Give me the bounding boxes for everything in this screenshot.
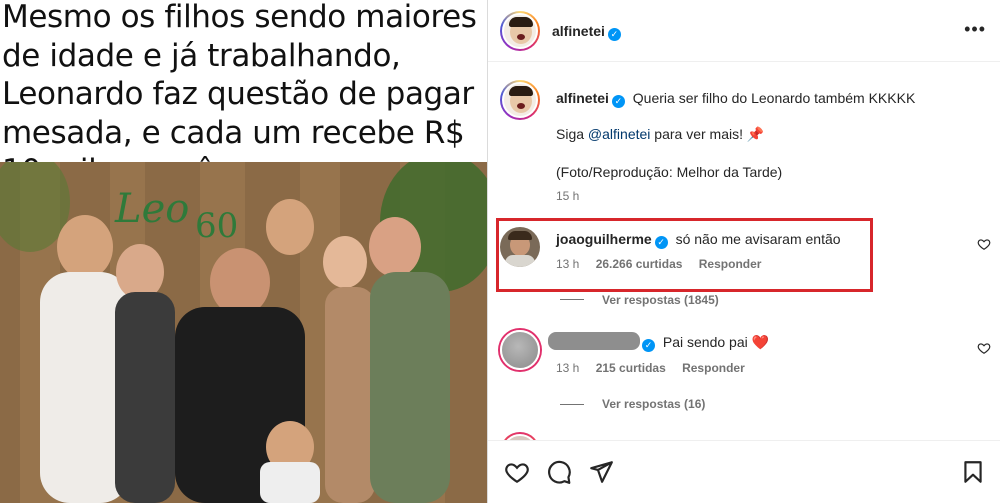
caption-line-3: (Foto/Reprodução: Melhor da Tarde) — [556, 164, 783, 180]
comment-time[interactable]: 13 h — [556, 361, 579, 375]
caption-line-2: Siga @alfinetei para ver mais! 📌 — [556, 126, 764, 143]
send-share-icon[interactable] — [588, 459, 614, 485]
comment-like-heart-icon[interactable] — [977, 341, 991, 355]
more-options-icon[interactable]: ••• — [964, 20, 986, 38]
verified-badge-icon: ✓ — [611, 95, 625, 108]
reply-button[interactable]: Responder — [682, 361, 745, 375]
caption-text: Queria ser filho do Leonardo também KKKK… — [632, 90, 916, 106]
comment-line: ✓ Pai sendo pai ❤️ — [642, 334, 769, 352]
caption-timestamp[interactable]: 15 h — [556, 189, 579, 203]
post-photo: Leo 60 — [0, 162, 487, 503]
caption-username[interactable]: alfinetei — [556, 90, 609, 106]
comment-like-heart-icon[interactable] — [977, 237, 991, 251]
view-replies-button[interactable]: Ver respostas (16) — [602, 397, 705, 411]
bookmark-save-icon[interactable] — [960, 459, 986, 485]
comment-icon[interactable] — [546, 459, 572, 485]
replies-divider — [560, 299, 584, 300]
post-action-bar — [488, 440, 1000, 503]
post-header: alfinetei ✓ ••• — [488, 0, 1000, 62]
verified-badge-icon: ✓ — [607, 28, 621, 41]
caption-line2-prefix: Siga — [556, 126, 588, 142]
comment-likes[interactable]: 215 curtidas — [596, 361, 666, 375]
post-image: Mesmo os filhos sendo maiores de idade e… — [0, 0, 487, 503]
comment-avatar[interactable] — [500, 330, 540, 370]
header-author[interactable]: alfinetei ✓ — [552, 23, 621, 41]
replies-divider — [560, 404, 584, 405]
view-replies-button[interactable]: Ver respostas (1845) — [602, 293, 719, 307]
caption-author-avatar[interactable] — [500, 80, 540, 120]
comment-text: Pai sendo pai ❤️ — [662, 334, 770, 350]
header-username[interactable]: alfinetei — [552, 23, 605, 39]
author-avatar[interactable] — [500, 11, 540, 51]
caption-line-1: alfinetei ✓ Queria ser filho do Leonardo … — [556, 90, 915, 108]
blurred-username[interactable] — [548, 332, 640, 350]
comment-meta: 13 h 215 curtidas Responder — [556, 361, 745, 375]
caption-line2-suffix: para ver mais! 📌 — [650, 126, 765, 142]
photo-sign-text: Leo — [114, 186, 189, 232]
mention-link[interactable]: @alfinetei — [588, 126, 650, 142]
like-heart-icon[interactable] — [504, 459, 530, 485]
comment-highlight-box — [496, 218, 873, 292]
svg-text:60: 60 — [195, 206, 238, 246]
verified-badge-icon: ✓ — [642, 339, 655, 352]
